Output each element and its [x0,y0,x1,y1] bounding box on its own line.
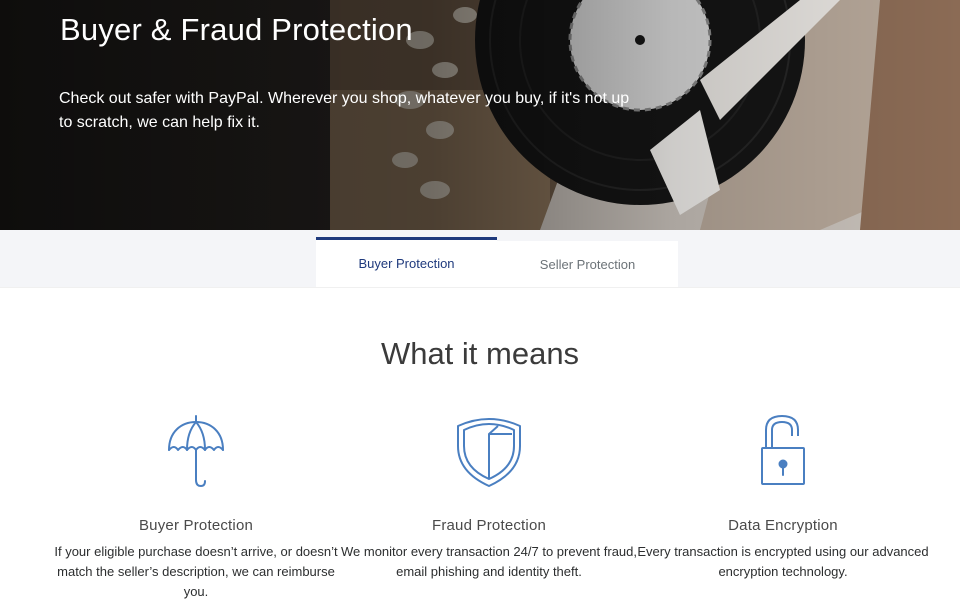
feature-fraud-protection: Fraud Protection We monitor every transa… [339,412,639,582]
page-title: Buyer & Fraud Protection [60,12,413,47]
feature-title: Data Encryption [728,517,838,534]
feature-description: Every transaction is encrypted using our… [637,544,929,579]
hero-banner: Buyer & Fraud Protection Check out safer… [0,0,960,230]
tab-bar: Buyer Protection Seller Protection [0,230,960,288]
feature-title: Buyer Protection [138,517,254,534]
hero-description: Check out safer with PayPal. Wherever yo… [59,90,630,131]
tab-buyer-protection[interactable]: Buyer Protection [316,237,497,287]
shield-icon [457,418,521,487]
feature-buyer-protection: Buyer Protection If your eligible purcha… [46,412,346,602]
feature-description: If your eligible purchase doesn’t arrive… [54,544,338,599]
section-title: What it means [380,336,580,371]
padlock-icon [761,415,805,485]
feature-description: We monitor every transaction 24/7 to pre… [340,544,638,579]
feature-data-encryption: Data Encryption Every transaction is enc… [633,412,933,582]
umbrella-icon [168,415,224,487]
feature-title: Fraud Protection [431,517,547,534]
tab-seller-protection[interactable]: Seller Protection [497,240,678,287]
